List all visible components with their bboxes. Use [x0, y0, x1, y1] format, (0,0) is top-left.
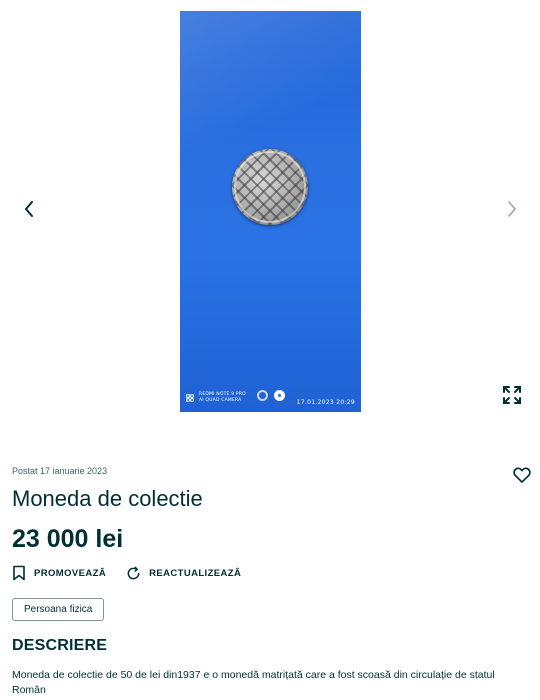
- heart-icon: [513, 467, 531, 483]
- posted-date: Postat 17 ianuarie 2023: [12, 466, 108, 476]
- photo-timestamp: 17.01.2023 20:29: [296, 399, 355, 406]
- watermark-text: REDMI NOTE 9 PRO AI QUAD CAMERA: [199, 392, 246, 404]
- listing-meta: Postat 17 ianuarie 2023: [12, 466, 530, 476]
- image-gallery: REDMI NOTE 9 PRO AI QUAD CAMERA 17.01.20…: [0, 0, 540, 430]
- carousel-dot-active[interactable]: [274, 390, 285, 401]
- promote-button[interactable]: PROMOVEAZĂ: [12, 565, 106, 581]
- camera-watermark: REDMI NOTE 9 PRO AI QUAD CAMERA: [186, 392, 246, 404]
- fullscreen-button[interactable]: [502, 385, 522, 405]
- bookmark-icon: [13, 565, 25, 581]
- seller-type-badge: Persoana fizica: [12, 598, 105, 621]
- listing-photo[interactable]: REDMI NOTE 9 PRO AI QUAD CAMERA 17.01.20…: [180, 11, 361, 412]
- carousel-indicators: [257, 390, 285, 401]
- next-image-button[interactable]: [500, 196, 524, 222]
- owner-actions: PROMOVEAZĂ REACTUALIZEAZĂ: [12, 565, 241, 581]
- listing-title: Moneda de colectie: [12, 486, 203, 511]
- description-heading: DESCRIERE: [12, 637, 108, 654]
- coin-image: [232, 149, 308, 225]
- carousel-dot[interactable]: [257, 390, 268, 401]
- listing-price: 23 000 lei: [12, 525, 124, 553]
- refresh-button[interactable]: REACTUALIZEAZĂ: [126, 565, 241, 581]
- refresh-label: REACTUALIZEAZĂ: [149, 567, 242, 579]
- description-text: Moneda de colectie de 50 de lei din1937 …: [12, 669, 495, 696]
- chevron-left-icon: [25, 201, 33, 217]
- favorite-button[interactable]: [512, 465, 532, 485]
- fullscreen-icon: [503, 386, 521, 404]
- watermark-line2: AI QUAD CAMERA: [199, 398, 242, 403]
- coin-rim: [234, 151, 306, 223]
- chevron-right-icon: [508, 201, 516, 217]
- camera-logo-icon: [186, 393, 195, 403]
- refresh-icon: [127, 566, 140, 579]
- photo-glare: [180, 11, 361, 151]
- previous-image-button[interactable]: [17, 196, 41, 222]
- promote-label: PROMOVEAZĂ: [34, 567, 107, 579]
